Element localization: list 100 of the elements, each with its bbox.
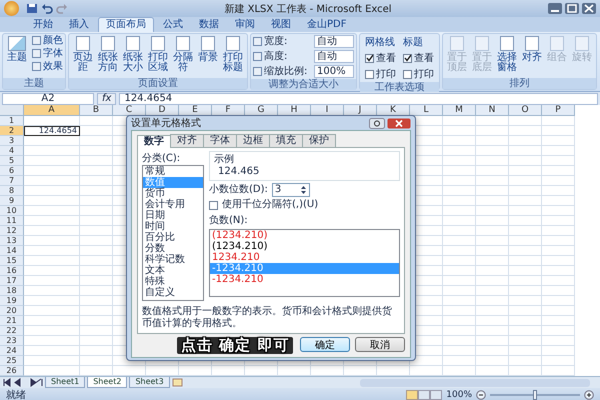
grid-cell[interactable] (476, 116, 509, 126)
grid-cell[interactable] (509, 266, 542, 276)
dialog-tab[interactable]: 保护 (302, 134, 336, 147)
row-header[interactable]: 23 (0, 336, 24, 346)
grid-cell[interactable] (476, 156, 509, 166)
negative-format-item[interactable]: (1234.210) (210, 230, 399, 241)
row-header[interactable]: 17 (0, 276, 24, 286)
grid-cell[interactable] (443, 116, 476, 126)
dialog-tab[interactable]: 字体 (203, 134, 237, 147)
grid-cell[interactable] (24, 116, 80, 126)
grid-cell[interactable] (542, 236, 575, 246)
checkbox[interactable] (403, 70, 412, 78)
grid-cell[interactable] (542, 226, 575, 236)
row-header[interactable]: 6 (0, 166, 24, 176)
horizontal-scrollbar[interactable] (360, 378, 590, 386)
grid-cell[interactable] (24, 176, 80, 186)
grid-cell[interactable] (24, 146, 80, 156)
grid-cell[interactable] (509, 136, 542, 146)
grid-cell[interactable] (509, 226, 542, 236)
grid-cell[interactable] (443, 336, 476, 346)
grid-cell[interactable] (476, 306, 509, 316)
dialog-tab[interactable]: 对齐 (170, 134, 204, 147)
grid-cell[interactable] (443, 246, 476, 256)
grid-cell[interactable] (476, 136, 509, 146)
grid-cell[interactable] (443, 306, 476, 316)
ribbon-button[interactable]: 对齐 (520, 35, 544, 77)
ribbon-button[interactable]: 页边距 (71, 35, 95, 77)
grid-cell[interactable] (80, 326, 113, 336)
grid-cell[interactable] (476, 326, 509, 336)
grid-cell[interactable] (443, 236, 476, 246)
grid-cell[interactable] (542, 256, 575, 266)
grid-cell[interactable] (80, 236, 113, 246)
ribbon-button[interactable]: 纸张大小 (121, 35, 145, 77)
category-item[interactable]: 科学记数 (143, 254, 203, 265)
grid-cell[interactable] (443, 146, 476, 156)
grid-cell[interactable] (443, 216, 476, 226)
row-header[interactable]: 2 (0, 126, 24, 136)
grid-cell[interactable] (80, 146, 113, 156)
ribbon-button[interactable]: 分隔符 (171, 35, 195, 77)
row-header[interactable]: 1 (0, 116, 24, 126)
grid-cell[interactable] (476, 206, 509, 216)
ribbon-tab[interactable]: 页面布局 (98, 17, 154, 32)
grid-cell[interactable] (509, 346, 542, 356)
grid-cell[interactable] (443, 276, 476, 286)
grid-cell[interactable] (443, 206, 476, 216)
grid-cell[interactable] (443, 126, 476, 136)
dialog-button[interactable]: 确定 (300, 337, 350, 352)
grid-cell[interactable] (509, 336, 542, 346)
office-button[interactable] (4, 1, 19, 16)
column-header[interactable]: O (509, 105, 542, 116)
theme-option-button[interactable]: 字体 (32, 48, 63, 59)
maximize-icon[interactable] (565, 3, 579, 14)
zoom-slider-thumb[interactable] (533, 390, 537, 400)
theme-option-button[interactable]: 颜色 (32, 35, 63, 46)
grid-cell[interactable] (542, 326, 575, 336)
row-header[interactable]: 25 (0, 356, 24, 366)
grid-cell[interactable] (24, 186, 80, 196)
grid-cell[interactable] (24, 306, 80, 316)
grid-cell[interactable] (80, 206, 113, 216)
row-header[interactable]: 3 (0, 136, 24, 146)
grid-cell[interactable] (443, 176, 476, 186)
name-box[interactable]: A2 (2, 92, 94, 104)
column-header[interactable]: P (542, 105, 575, 116)
grid-cell[interactable] (443, 226, 476, 236)
ribbon-tab[interactable]: 插入 (62, 18, 96, 32)
ribbon-tab[interactable]: 公式 (156, 18, 190, 32)
ribbon-button[interactable]: 打印区域 (146, 35, 170, 77)
column-header[interactable]: K (377, 105, 410, 116)
dialog-tab[interactable]: 边框 (236, 134, 270, 147)
grid-cell[interactable] (476, 296, 509, 306)
grid-cell[interactable] (443, 186, 476, 196)
grid-cell[interactable] (443, 326, 476, 336)
ribbon-tab[interactable]: 审阅 (228, 18, 262, 32)
grid-cell[interactable] (542, 156, 575, 166)
grid-cell[interactable] (443, 266, 476, 276)
grid-cell[interactable] (509, 256, 542, 266)
grid-cell[interactable] (24, 356, 80, 366)
ribbon-button[interactable]: 打印标题 (221, 35, 245, 77)
row-header[interactable]: 22 (0, 326, 24, 336)
dialog-tab[interactable]: 填充 (269, 134, 303, 147)
grid-cell[interactable] (476, 246, 509, 256)
view-buttons-icon[interactable] (406, 390, 442, 400)
grid-cell[interactable] (476, 196, 509, 206)
row-header[interactable]: 18 (0, 286, 24, 296)
grid-cell[interactable]: 124.4654 (24, 126, 80, 136)
grid-cell[interactable] (542, 266, 575, 276)
row-header[interactable]: 8 (0, 186, 24, 196)
category-item[interactable]: 日期 (143, 210, 203, 221)
grid-cell[interactable] (80, 186, 113, 196)
grid-cell[interactable] (509, 186, 542, 196)
grid-cell[interactable] (443, 356, 476, 366)
sheet-tab[interactable]: Sheet1 (45, 377, 86, 388)
scale-dropdown[interactable]: 100% (314, 65, 354, 78)
row-header[interactable]: 26 (0, 366, 24, 376)
grid-cell[interactable] (80, 316, 113, 326)
row-header[interactable]: 5 (0, 156, 24, 166)
grid-cell[interactable] (24, 216, 80, 226)
grid-cell[interactable] (476, 186, 509, 196)
undo-icon[interactable] (41, 3, 53, 14)
grid-cell[interactable] (476, 336, 509, 346)
